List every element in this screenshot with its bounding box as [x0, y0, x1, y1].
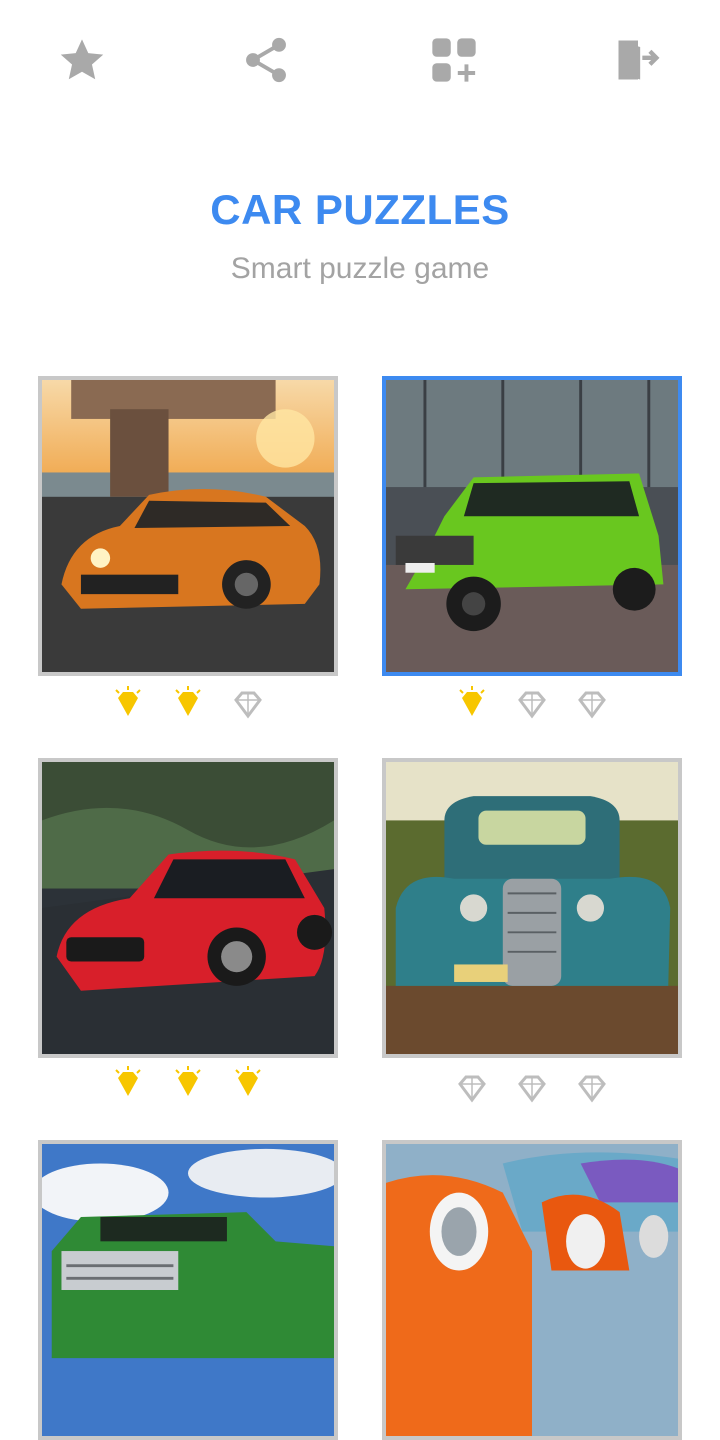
gem-empty-icon: [572, 684, 612, 724]
red-coupe-image: [42, 762, 334, 1054]
orange-classic-image: [386, 1144, 678, 1436]
more-apps-icon: [432, 38, 476, 82]
rating-gems: [38, 1064, 338, 1110]
exit-button[interactable]: [606, 28, 670, 92]
rating-gems: [382, 684, 682, 730]
puzzle-card-green-suv[interactable]: [382, 376, 682, 676]
app-subtitle: Smart puzzle game: [230, 252, 490, 285]
rating-gems: [382, 1068, 682, 1114]
orange-coupe-image: [42, 380, 334, 672]
share-button[interactable]: [234, 28, 298, 92]
gem-empty-icon: [452, 1068, 492, 1108]
green-pickup-image: [42, 1144, 334, 1436]
top-toolbar: [0, 0, 720, 120]
gem-icon: [168, 1064, 208, 1104]
gem-empty-icon: [228, 684, 268, 724]
more-apps-button[interactable]: [422, 28, 486, 92]
gem-empty-icon: [572, 1068, 612, 1108]
gem-empty-icon: [512, 684, 552, 724]
rating-gems: [38, 684, 338, 730]
puzzle-card-orange-classic[interactable]: [382, 1140, 682, 1440]
puzzle-card-red-coupe[interactable]: [38, 758, 338, 1058]
gem-icon: [228, 1064, 268, 1104]
share-icon: [246, 37, 286, 83]
app-title: CAR PUZZLES: [210, 186, 510, 233]
puzzle-card-green-pickup[interactable]: [38, 1140, 338, 1440]
gem-icon: [168, 684, 208, 724]
rate-button[interactable]: [50, 28, 114, 92]
gem-empty-icon: [512, 1068, 552, 1108]
puzzle-card-vintage-truck[interactable]: [382, 758, 682, 1058]
exit-icon: [618, 40, 660, 80]
star-icon: [60, 39, 104, 80]
green-suv-image: [386, 380, 678, 672]
puzzle-card-orange-coupe[interactable]: [38, 376, 338, 676]
vintage-truck-image: [386, 762, 678, 1054]
gem-icon: [452, 684, 492, 724]
gem-icon: [108, 1064, 148, 1104]
gem-icon: [108, 684, 148, 724]
